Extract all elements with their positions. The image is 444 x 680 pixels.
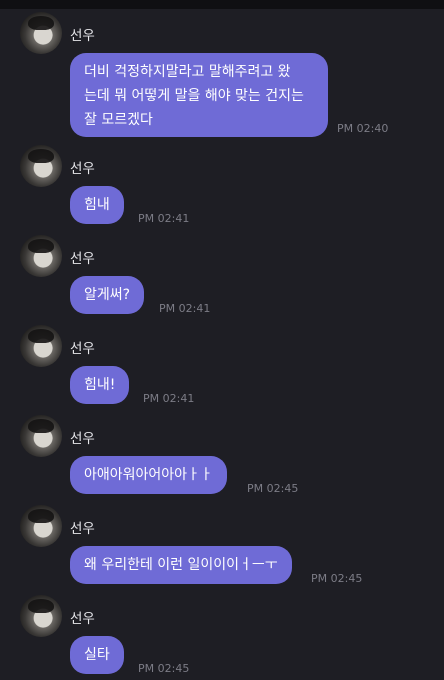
avatar[interactable]	[20, 595, 62, 637]
status-bar	[0, 0, 444, 9]
message-group: 선우 아애아워아어아아ㅏㅏ PM 02:45	[20, 415, 440, 500]
message-group: 선우 더비 걱정하지말라고 말해주려고 왔 는데 뭐 어떻게 말을 해야 맞는 …	[20, 12, 440, 142]
avatar[interactable]	[20, 415, 62, 457]
message-bubble[interactable]: 알게써?	[70, 276, 145, 314]
avatar[interactable]	[20, 12, 62, 54]
message-time: PM 02:45	[311, 572, 363, 585]
message-group: 선우 알게써? PM 02:41	[20, 235, 440, 320]
avatar[interactable]	[20, 145, 62, 187]
sender-name: 선우	[70, 431, 95, 447]
avatar[interactable]	[20, 235, 62, 277]
message-group: 선우 실타 PM 02:45	[20, 595, 440, 680]
sender-name: 선우	[70, 341, 95, 357]
message-time: PM 02:40	[337, 122, 389, 135]
message-bubble[interactable]: 힘내!	[70, 366, 130, 404]
message-time: PM 02:45	[247, 482, 299, 495]
message-group: 선우 힘내 PM 02:41	[20, 145, 440, 230]
message-time: PM 02:45	[138, 662, 190, 675]
message-bubble[interactable]: 왜 우리한테 이런 일이이이ㅓㅡㅜ	[70, 546, 292, 584]
message-time: PM 02:41	[138, 212, 190, 225]
avatar[interactable]	[20, 505, 62, 547]
sender-name: 선우	[70, 521, 95, 537]
message-bubble[interactable]: 힘내	[70, 186, 124, 224]
sender-name: 선우	[70, 251, 95, 267]
sender-name: 선우	[70, 611, 95, 627]
avatar[interactable]	[20, 325, 62, 367]
message-time: PM 02:41	[159, 302, 211, 315]
sender-name: 선우	[70, 28, 95, 44]
message-bubble[interactable]: 더비 걱정하지말라고 말해주려고 왔 는데 뭐 어떻게 말을 해야 맞는 건지는…	[70, 53, 328, 137]
message-group: 선우 왜 우리한테 이런 일이이이ㅓㅡㅜ PM 02:45	[20, 505, 440, 590]
message-time: PM 02:41	[143, 392, 195, 405]
message-bubble[interactable]: 실타	[70, 636, 124, 674]
sender-name: 선우	[70, 161, 95, 177]
message-group: 선우 힘내! PM 02:41	[20, 325, 440, 410]
message-bubble[interactable]: 아애아워아어아아ㅏㅏ	[70, 456, 227, 494]
